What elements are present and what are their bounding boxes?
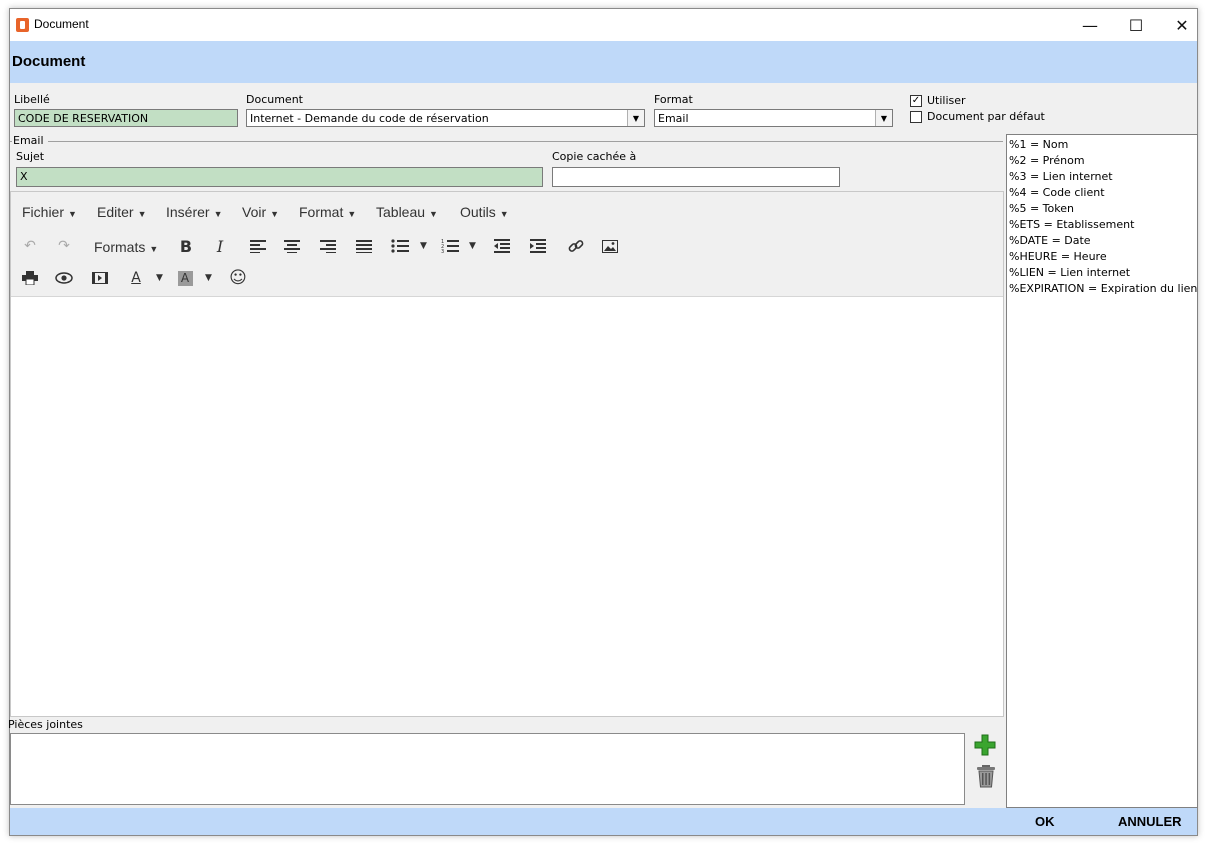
menu-outils[interactable]: Outils ▼	[460, 204, 509, 220]
text-color-icon[interactable]: A	[125, 267, 147, 289]
menu-voir[interactable]: Voir ▼	[242, 204, 279, 220]
chevron-down-icon[interactable]: ▼	[627, 110, 644, 126]
link-icon[interactable]	[565, 235, 587, 257]
format-select-value: Email	[658, 112, 689, 125]
caret-down-icon: ▼	[499, 209, 509, 219]
caret-down-icon: ▼	[137, 209, 147, 219]
caret-down-icon: ▼	[68, 209, 77, 219]
align-left-icon[interactable]	[247, 235, 269, 257]
variable-item[interactable]: %5 = Token	[1007, 201, 1197, 217]
variable-item[interactable]: %3 = Lien internet	[1007, 169, 1197, 185]
svg-text:3: 3	[441, 249, 444, 253]
numbered-list-caret-icon[interactable]: ▼	[469, 241, 476, 251]
minimize-button[interactable]: —	[1067, 9, 1113, 41]
caret-down-icon: ▼	[149, 244, 159, 254]
menu-format-label: Format	[299, 204, 344, 220]
redo-icon[interactable]: ↷	[53, 235, 75, 257]
caret-down-icon: ▼	[270, 209, 280, 219]
italic-icon[interactable]: I	[209, 235, 231, 257]
attachments-label: Pièces jointes	[8, 718, 83, 731]
format-select[interactable]: Email ▼	[654, 109, 893, 127]
menu-voir-label: Voir	[242, 204, 267, 220]
variable-item[interactable]: %EXPIRATION = Expiration du lien	[1007, 281, 1197, 297]
footer-bar: OK ANNULER	[10, 808, 1197, 835]
align-justify-icon[interactable]	[353, 235, 375, 257]
sujet-label: Sujet	[16, 150, 45, 163]
background-color-caret-icon[interactable]: ▼	[205, 273, 212, 283]
format-label: Format	[654, 93, 693, 106]
document-par-defaut-checkbox[interactable]	[910, 111, 922, 123]
sujet-field[interactable]: X	[16, 167, 543, 187]
bold-icon[interactable]: B	[175, 235, 197, 257]
variables-list: %1 = Nom %2 = Prénom %3 = Lien internet …	[1006, 134, 1198, 808]
editor-toolbar: Fichier ▼ Editer ▼ Insérer ▼ Voir ▼ Format ▼ …	[11, 192, 1003, 297]
variable-item[interactable]: %1 = Nom	[1007, 137, 1197, 153]
formats-label: Formats	[94, 239, 146, 255]
utiliser-checkbox[interactable]: ✓	[910, 95, 922, 107]
print-icon[interactable]	[19, 267, 41, 289]
utiliser-label: Utiliser	[927, 94, 966, 107]
menu-inserer-label: Insérer	[166, 204, 210, 220]
menu-outils-label: Outils	[460, 204, 496, 220]
variable-item[interactable]: %ETS = Etablissement	[1007, 217, 1197, 233]
document-select[interactable]: Internet - Demande du code de réservatio…	[246, 109, 645, 127]
menu-inserer[interactable]: Insérer ▼	[166, 204, 223, 220]
menu-editer-label: Editer	[97, 204, 134, 220]
align-center-icon[interactable]	[281, 235, 303, 257]
email-group-label: Email	[13, 134, 44, 147]
copie-cachee-field[interactable]	[552, 167, 840, 187]
libelle-field[interactable]: CODE DE RESERVATION	[14, 109, 238, 127]
email-group-line-left	[10, 141, 12, 142]
outdent-icon[interactable]	[491, 235, 513, 257]
caret-down-icon: ▼	[213, 209, 223, 219]
variable-item[interactable]: %LIEN = Lien internet	[1007, 265, 1197, 281]
document-label: Document	[246, 93, 303, 106]
image-icon[interactable]	[599, 235, 621, 257]
copie-cachee-label: Copie cachée à	[552, 150, 637, 163]
variable-item[interactable]: %4 = Code client	[1007, 185, 1197, 201]
attachments-list[interactable]	[10, 733, 965, 805]
page-header: Document	[10, 41, 1197, 83]
email-group-line-right	[48, 141, 1003, 142]
emoticon-icon[interactable]: ☺	[227, 267, 249, 289]
window-title: Document	[34, 17, 89, 31]
trash-icon[interactable]	[975, 764, 997, 788]
numbered-list-icon[interactable]: 123	[439, 235, 461, 257]
document-window: Document — ☐ ✕ Document Libellé CODE DE …	[8, 8, 1198, 836]
undo-icon[interactable]: ↶	[19, 235, 41, 257]
close-button[interactable]: ✕	[1159, 9, 1205, 41]
cancel-button[interactable]: ANNULER	[1118, 814, 1182, 829]
menu-tableau-label: Tableau	[376, 204, 426, 220]
media-icon[interactable]	[89, 267, 111, 289]
rich-text-editor: Fichier ▼ Editer ▼ Insérer ▼ Voir ▼ Format ▼ …	[10, 191, 1004, 717]
document-par-defaut-label: Document par défaut	[927, 110, 1045, 123]
caret-down-icon: ▼	[429, 209, 438, 219]
page-title: Document	[12, 53, 86, 70]
variable-item[interactable]: %2 = Prénom	[1007, 153, 1197, 169]
app-icon	[16, 18, 29, 32]
document-select-value: Internet - Demande du code de réservatio…	[250, 112, 489, 125]
caret-down-icon: ▼	[347, 209, 357, 219]
indent-icon[interactable]	[527, 235, 549, 257]
menu-fichier[interactable]: Fichier ▼	[22, 204, 77, 220]
ok-button[interactable]: OK	[1035, 814, 1055, 829]
menu-format[interactable]: Format ▼	[299, 204, 356, 220]
bullet-list-icon[interactable]	[389, 235, 411, 257]
variable-item[interactable]: %HEURE = Heure	[1007, 249, 1197, 265]
title-bar: Document — ☐ ✕	[10, 9, 1197, 41]
align-right-icon[interactable]	[317, 235, 339, 257]
text-color-caret-icon[interactable]: ▼	[156, 273, 163, 283]
menu-editer[interactable]: Editer ▼	[97, 204, 147, 220]
add-attachment-icon[interactable]	[973, 733, 997, 757]
formats-dropdown[interactable]: Formats ▼	[94, 239, 158, 255]
variable-item[interactable]: %DATE = Date	[1007, 233, 1197, 249]
menu-fichier-label: Fichier	[22, 204, 65, 220]
background-color-icon[interactable]: A	[174, 267, 196, 289]
bullet-list-caret-icon[interactable]: ▼	[420, 241, 427, 251]
menu-tableau[interactable]: Tableau ▼	[376, 204, 438, 220]
maximize-button[interactable]: ☐	[1113, 9, 1159, 41]
libelle-label: Libellé	[14, 93, 50, 106]
chevron-down-icon[interactable]: ▼	[875, 110, 892, 126]
preview-eye-icon[interactable]	[53, 267, 75, 289]
